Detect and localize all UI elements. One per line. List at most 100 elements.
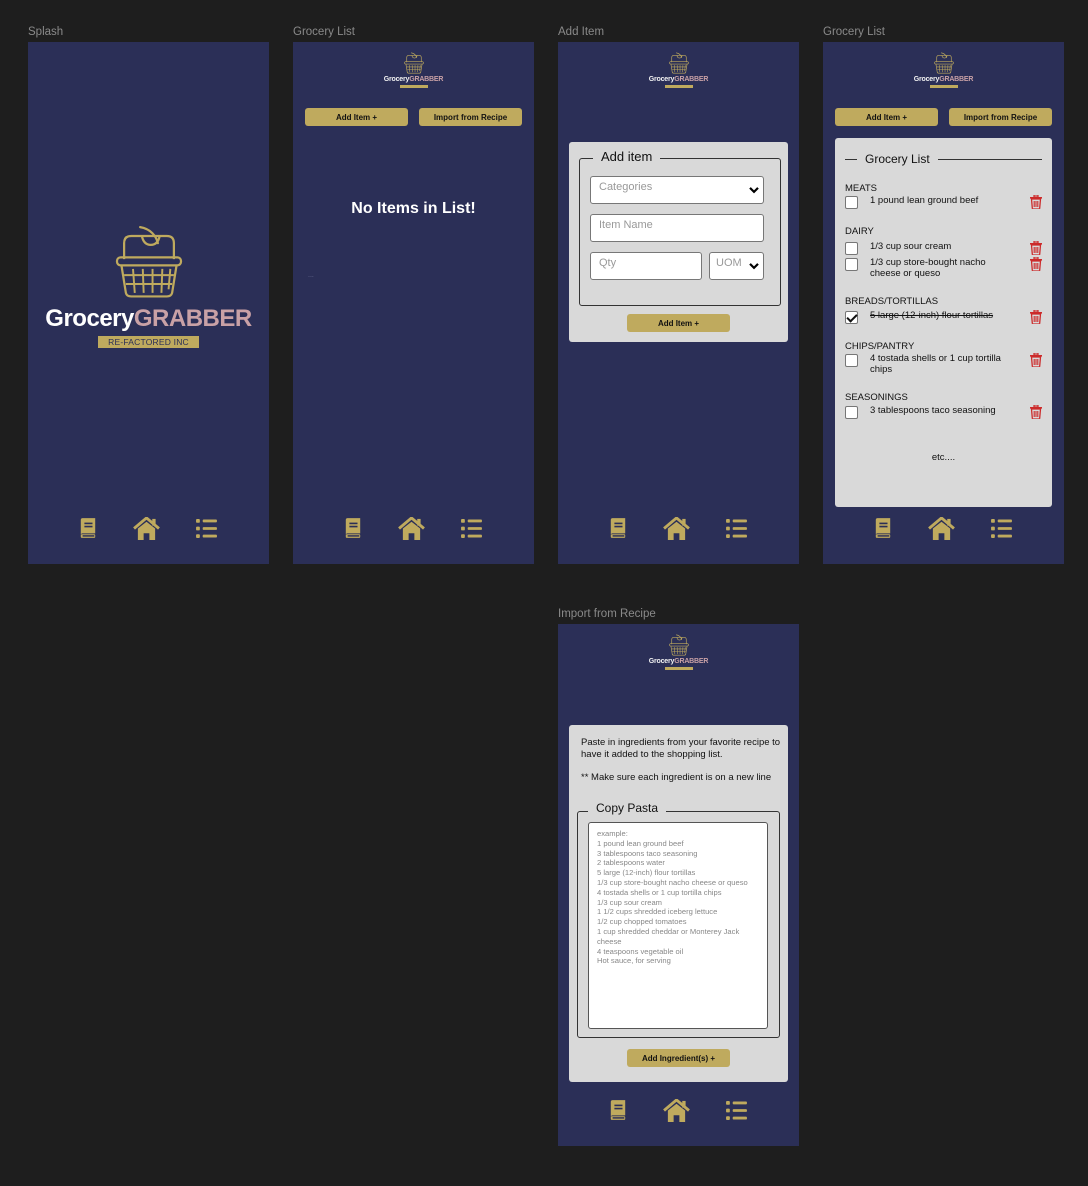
wordmark-grocery: Grocery bbox=[648, 76, 675, 83]
categories-placeholder: Categories bbox=[599, 181, 653, 193]
grocery-list-empty-screen: GroceryGRABBER Add Item + Import from Re… bbox=[293, 42, 534, 564]
uom-placeholder: UOM bbox=[716, 257, 742, 269]
home-icon bbox=[133, 517, 160, 540]
import-recipe-button[interactable]: Import from Recipe bbox=[419, 108, 522, 126]
list-icon bbox=[726, 519, 747, 538]
item-text: 1/3 cup sour cream bbox=[870, 241, 952, 252]
bottom-nav bbox=[823, 516, 1064, 540]
wordmark: GroceryGRABBER bbox=[644, 76, 714, 84]
home-icon bbox=[928, 517, 955, 540]
nav-list[interactable] bbox=[725, 1098, 747, 1122]
category-label: CHIPS/PANTRY bbox=[845, 341, 915, 352]
grocery-list-panel: Grocery List MEATS 1 pound lean ground b… bbox=[835, 138, 1052, 507]
bottom-nav bbox=[558, 1098, 799, 1122]
frame-label-import-recipe: Import from Recipe bbox=[558, 608, 656, 620]
nav-list[interactable] bbox=[990, 516, 1012, 540]
item-checkbox[interactable] bbox=[845, 354, 858, 367]
import-recipe-screen: GroceryGRABBER Paste in ingredients from… bbox=[558, 624, 799, 1146]
divider bbox=[845, 158, 857, 160]
uom-select[interactable]: UOM bbox=[709, 252, 764, 280]
wordmark-grocery: Grocery bbox=[45, 305, 134, 332]
trash-icon[interactable] bbox=[1030, 241, 1042, 255]
logo-small: GroceryGRABBER bbox=[379, 50, 449, 88]
wordmark-grabber: GRABBER bbox=[674, 76, 709, 83]
category-label: SEASONINGS bbox=[845, 392, 908, 403]
import-recipe-button[interactable]: Import from Recipe bbox=[949, 108, 1052, 126]
divider bbox=[937, 158, 1042, 160]
book-icon bbox=[874, 518, 892, 538]
item-checkbox[interactable] bbox=[845, 242, 858, 255]
item-checkbox[interactable] bbox=[845, 258, 858, 271]
book-icon bbox=[344, 518, 362, 538]
trash-icon[interactable] bbox=[1030, 310, 1042, 324]
list-item: 1/3 cup sour cream bbox=[845, 241, 1042, 255]
frame-label-grocery-list-filled: Grocery List bbox=[823, 26, 885, 38]
nav-list[interactable] bbox=[460, 516, 482, 540]
nav-recipes[interactable] bbox=[78, 516, 98, 540]
item-text: 4 tostada shells or 1 cup tortilla chips bbox=[870, 353, 1001, 375]
add-item-submit-button[interactable]: Add Item + bbox=[627, 314, 730, 332]
nav-recipes[interactable] bbox=[608, 1098, 628, 1122]
list-icon bbox=[726, 1101, 747, 1120]
import-panel: Paste in ingredients from your favorite … bbox=[569, 725, 788, 1082]
bottom-nav bbox=[558, 516, 799, 540]
list-item: 3 tablespoons taco seasoning bbox=[845, 405, 1042, 419]
item-name-input[interactable]: Item Name bbox=[590, 214, 764, 242]
wordmark: GroceryGRABBER bbox=[28, 306, 269, 332]
nav-home[interactable] bbox=[397, 516, 425, 540]
ingredients-textarea[interactable] bbox=[588, 822, 768, 1029]
home-icon bbox=[398, 517, 425, 540]
categories-select[interactable]: Categories bbox=[590, 176, 764, 204]
logo-small: GroceryGRABBER bbox=[644, 50, 714, 88]
trash-icon[interactable] bbox=[1030, 353, 1042, 367]
item-text: 3 tablespoons taco seasoning bbox=[870, 405, 996, 416]
nav-recipes[interactable] bbox=[608, 516, 628, 540]
qty-placeholder: Qty bbox=[599, 257, 617, 269]
chevron-down-icon bbox=[749, 263, 759, 270]
item-checkbox[interactable] bbox=[845, 196, 858, 209]
logo-small: GroceryGRABBER bbox=[909, 50, 979, 88]
nav-home[interactable] bbox=[662, 516, 690, 540]
add-item-screen: GroceryGRABBER Add item Categories Item … bbox=[558, 42, 799, 564]
item-checkbox[interactable] bbox=[845, 406, 858, 419]
item-text: 5 large (12-inch) flour tortillas bbox=[870, 310, 994, 321]
category-label: BREADS/TORTILLAS bbox=[845, 296, 939, 307]
wordmark-grabber: GRABBER bbox=[939, 76, 974, 83]
list-icon bbox=[991, 519, 1012, 538]
chevron-down-icon bbox=[749, 187, 759, 194]
nav-list[interactable] bbox=[725, 516, 747, 540]
wordmark-grabber: GRABBER bbox=[133, 305, 252, 332]
basket-icon bbox=[666, 50, 692, 75]
add-ingredients-button[interactable]: Add Ingredient(s) + bbox=[627, 1049, 730, 1067]
grocery-list-title: Grocery List bbox=[865, 152, 930, 166]
logo-small: GroceryGRABBER bbox=[644, 632, 714, 670]
nav-list[interactable] bbox=[195, 516, 217, 540]
nav-home[interactable] bbox=[132, 516, 160, 540]
item-text: 1/3 cup store-bought nacho cheese or que… bbox=[870, 257, 986, 279]
item-checkbox-checked[interactable] bbox=[845, 311, 858, 324]
book-icon bbox=[609, 1100, 627, 1120]
book-icon bbox=[79, 518, 97, 538]
add-item-button[interactable]: Add Item + bbox=[305, 108, 408, 126]
trash-icon[interactable] bbox=[1030, 257, 1042, 271]
bottom-nav bbox=[293, 516, 534, 540]
empty-state-dots: ... bbox=[308, 272, 314, 279]
add-item-button[interactable]: Add Item + bbox=[835, 108, 938, 126]
tagline: RE-FACTORED INC bbox=[98, 336, 199, 348]
trash-icon[interactable] bbox=[1030, 195, 1042, 209]
list-item: 5 large (12-inch) flour tortillas bbox=[845, 310, 1042, 324]
qty-input[interactable]: Qty bbox=[590, 252, 702, 280]
frame-label-add-item: Add Item bbox=[558, 26, 605, 38]
copy-pasta-legend: Copy Pasta bbox=[588, 801, 667, 815]
wordmark: GroceryGRABBER bbox=[909, 76, 979, 84]
home-icon bbox=[663, 517, 690, 540]
list-item: 4 tostada shells or 1 cup tortilla chips bbox=[845, 353, 1042, 375]
nav-home[interactable] bbox=[927, 516, 955, 540]
basket-icon bbox=[666, 632, 692, 657]
bottom-nav bbox=[28, 516, 269, 540]
trash-icon[interactable] bbox=[1030, 405, 1042, 419]
nav-recipes[interactable] bbox=[343, 516, 363, 540]
nav-recipes[interactable] bbox=[873, 516, 893, 540]
nav-home[interactable] bbox=[662, 1098, 690, 1122]
wordmark-grocery: Grocery bbox=[648, 658, 675, 665]
